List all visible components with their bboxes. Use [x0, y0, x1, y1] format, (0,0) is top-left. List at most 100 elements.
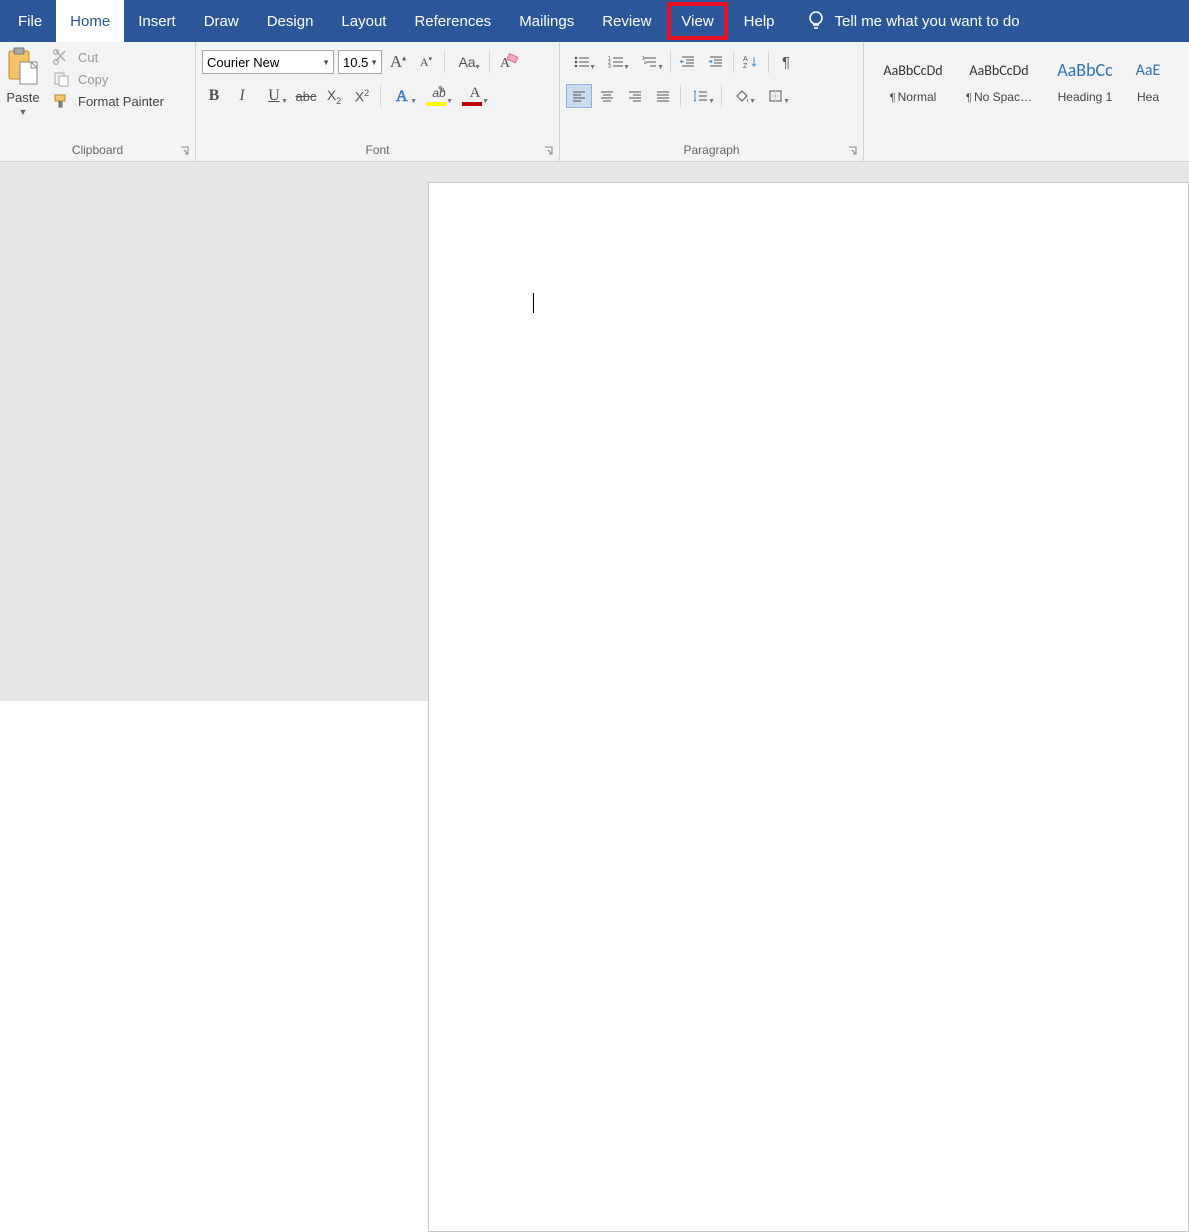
italic-icon: I: [239, 87, 244, 105]
superscript-button[interactable]: X2: [350, 84, 374, 108]
tab-mailings[interactable]: Mailings: [505, 0, 588, 42]
subscript-button[interactable]: X2: [322, 84, 346, 108]
copy-icon: [52, 70, 72, 88]
font-color-icon: A: [470, 85, 481, 102]
tab-layout[interactable]: Layout: [327, 0, 400, 42]
change-case-icon: Aa: [458, 54, 475, 70]
align-right-button[interactable]: [622, 84, 648, 108]
numbering-button[interactable]: 123 ▼: [600, 50, 632, 74]
text-cursor: [533, 293, 534, 313]
superscript-icon: X2: [355, 88, 369, 105]
tab-review[interactable]: Review: [588, 0, 665, 42]
underline-button[interactable]: U▼: [258, 84, 290, 108]
justify-button[interactable]: [650, 84, 676, 108]
decrease-indent-button[interactable]: [675, 50, 701, 74]
chevron-down-icon: ▼: [657, 64, 664, 71]
chevron-down-icon: ▼: [370, 58, 378, 67]
bold-icon: B: [209, 87, 220, 105]
tab-home[interactable]: Home: [56, 0, 124, 42]
style-preview: AaBbCcDd: [883, 54, 942, 86]
numbering-icon: 123: [608, 55, 624, 69]
increase-indent-icon: [708, 55, 724, 69]
font-color-swatch: [462, 102, 482, 106]
borders-button[interactable]: ▼: [760, 84, 792, 108]
tab-insert[interactable]: Insert: [124, 0, 190, 42]
align-center-icon: [599, 89, 615, 103]
multilevel-list-icon: 1a: [642, 55, 658, 69]
svg-text:A: A: [743, 56, 748, 63]
align-left-button[interactable]: [566, 84, 592, 108]
strikethrough-icon: abc: [296, 89, 317, 104]
underline-icon: U: [268, 87, 280, 105]
align-center-button[interactable]: [594, 84, 620, 108]
cut-button[interactable]: Cut: [52, 48, 164, 66]
paste-button[interactable]: Paste ▼: [6, 46, 46, 117]
sort-button[interactable]: AZ: [738, 50, 764, 74]
justify-icon: [655, 89, 671, 103]
dialog-launcher-icon[interactable]: [543, 145, 555, 157]
highlight-color-swatch: [426, 102, 446, 106]
chevron-down-icon: ▼: [749, 98, 756, 105]
sort-icon: AZ: [743, 55, 759, 69]
style-preview: AaE: [1136, 54, 1161, 86]
dialog-launcher-icon[interactable]: [847, 145, 859, 157]
bullets-icon: [574, 55, 590, 69]
workspace: [0, 162, 1189, 701]
separator: [444, 51, 445, 73]
tab-file[interactable]: File: [4, 0, 56, 42]
shrink-font-button[interactable]: A▾: [414, 50, 438, 74]
separator: [380, 85, 381, 107]
style-no-spacing[interactable]: AaBbCcDd ¶No Spac…: [956, 52, 1042, 106]
text-effects-button[interactable]: A ▼: [387, 84, 419, 108]
line-spacing-icon: [693, 89, 709, 103]
show-paragraph-marks-button[interactable]: ¶: [773, 50, 799, 74]
style-preview: AaBbCcDd: [969, 54, 1028, 86]
chevron-down-icon: ▼: [623, 64, 630, 71]
separator: [489, 51, 490, 73]
clear-formatting-button[interactable]: A: [496, 50, 520, 74]
strikethrough-button[interactable]: abc: [294, 84, 318, 108]
document-page[interactable]: [428, 182, 1189, 1232]
font-name-select[interactable]: Courier New ▼: [202, 50, 334, 74]
shrink-font-icon: A▾: [420, 55, 432, 70]
italic-button[interactable]: I: [230, 84, 254, 108]
style-heading-1[interactable]: AaBbCc Heading 1: [1042, 52, 1128, 106]
chevron-down-icon: ▼: [410, 98, 417, 105]
tab-view[interactable]: View: [667, 2, 727, 40]
change-case-button[interactable]: Aa▼: [451, 50, 483, 74]
bullets-button[interactable]: ▼: [566, 50, 598, 74]
increase-indent-button[interactable]: [703, 50, 729, 74]
tell-me-search[interactable]: Tell me what you want to do: [807, 0, 1020, 42]
font-color-button[interactable]: A ▼: [459, 84, 491, 108]
dialog-launcher-icon[interactable]: [179, 145, 191, 157]
shading-button[interactable]: ▼: [726, 84, 758, 108]
multilevel-list-button[interactable]: 1a ▼: [634, 50, 666, 74]
separator: [721, 85, 722, 107]
tab-design[interactable]: Design: [253, 0, 328, 42]
copy-button[interactable]: Copy: [52, 70, 164, 88]
tab-help[interactable]: Help: [730, 0, 789, 42]
bold-button[interactable]: B: [202, 84, 226, 108]
chevron-down-icon: ▼: [19, 107, 28, 117]
paste-icon: [6, 46, 40, 88]
style-heading-2[interactable]: AaE Hea: [1128, 52, 1168, 106]
align-right-icon: [627, 89, 643, 103]
svg-text:3: 3: [608, 64, 611, 69]
style-name: ¶No Spac…: [966, 90, 1032, 104]
style-name: Hea: [1137, 90, 1159, 104]
pilcrow-icon: ¶: [782, 54, 790, 71]
decrease-indent-icon: [680, 55, 696, 69]
lightbulb-icon: [807, 7, 825, 35]
font-size-select[interactable]: 10.5 ▼: [338, 50, 382, 74]
highlight-button[interactable]: ab ✎ ▼: [423, 84, 455, 108]
ribbon: Paste ▼ Cut Copy: [0, 42, 1189, 162]
tab-references[interactable]: References: [400, 0, 505, 42]
ribbon-tabs: File Home Insert Draw Design Layout Refe…: [0, 0, 1189, 42]
style-normal[interactable]: AaBbCcDd ¶Normal: [870, 52, 956, 106]
tab-draw[interactable]: Draw: [190, 0, 253, 42]
grow-font-button[interactable]: A▴: [386, 50, 410, 74]
subscript-icon: X2: [327, 87, 341, 106]
style-name: ¶Normal: [890, 90, 937, 104]
format-painter-button[interactable]: Format Painter: [52, 92, 164, 110]
line-spacing-button[interactable]: ▼: [685, 84, 717, 108]
